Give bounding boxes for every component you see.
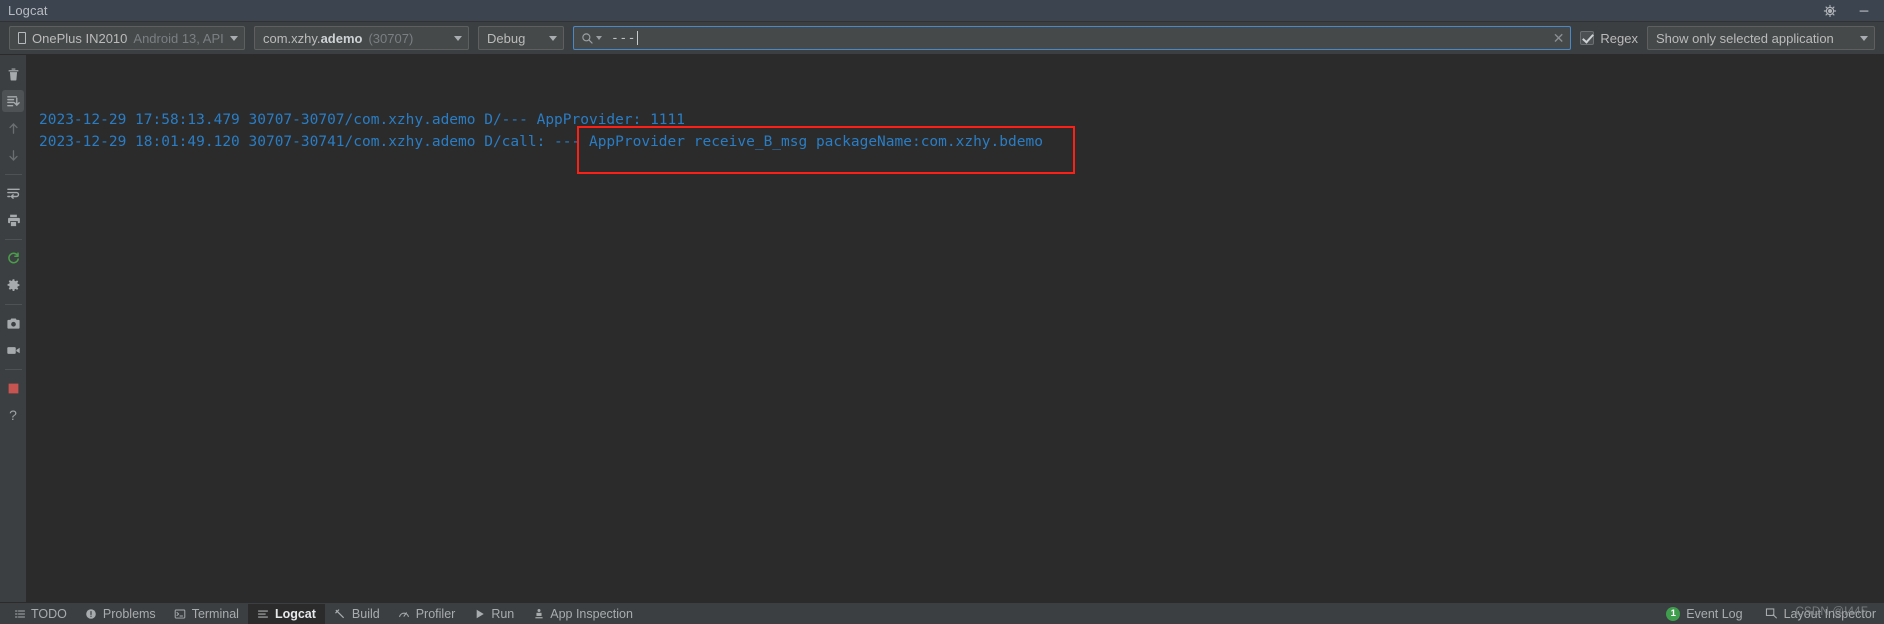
restart-icon	[6, 251, 21, 266]
layout-inspector-label: Layout Inspector	[1783, 606, 1876, 621]
stop-square-icon	[7, 382, 20, 395]
search-value: ---	[611, 30, 636, 46]
tab-run[interactable]: Run	[464, 604, 523, 624]
next-occurrence-button[interactable]	[2, 144, 24, 166]
print-icon	[6, 213, 21, 228]
phone-icon	[18, 32, 26, 44]
close-icon[interactable]: ✕	[1545, 31, 1565, 45]
settings-button[interactable]	[2, 274, 24, 296]
soft-wrap-icon	[6, 186, 21, 201]
hammer-icon	[334, 607, 347, 620]
chevron-down-icon	[230, 35, 238, 41]
status-bar-right: 1 Event Log Layout Inspector	[1666, 606, 1876, 621]
log-level-selector[interactable]: Debug	[478, 26, 564, 50]
gear-icon[interactable]	[1822, 3, 1838, 19]
chevron-down-icon	[596, 36, 602, 40]
tab-label: Terminal	[191, 606, 239, 621]
logcat-toolbar: OnePlus IN2010 Android 13, API com.xzhy.…	[0, 22, 1884, 55]
divider	[4, 369, 22, 370]
layout-inspector-icon	[1765, 607, 1778, 620]
status-bar: TODO Problems Terminal Logcat Build Prof…	[0, 602, 1884, 624]
logcat-side-toolbar: ?	[0, 55, 27, 602]
status-badge: 1	[1666, 606, 1681, 621]
clear-logcat-button[interactable]	[2, 63, 24, 85]
log-line: 2023-12-29 17:58:13.479 30707-30707/com.…	[39, 112, 686, 128]
print-button[interactable]	[2, 209, 24, 231]
tab-label: Run	[491, 606, 515, 621]
divider	[4, 304, 22, 305]
trash-icon	[6, 67, 21, 82]
tab-profiler[interactable]: Profiler	[389, 604, 465, 624]
event-log-button[interactable]: 1 Event Log	[1666, 606, 1743, 621]
process-package-name: ademo	[320, 30, 363, 46]
tab-label: Problems	[102, 606, 156, 621]
text-cursor	[636, 31, 638, 45]
restart-logcat-button[interactable]	[2, 247, 24, 269]
scroll-to-end-icon	[6, 94, 21, 109]
gear-icon	[6, 278, 21, 293]
logcat-output[interactable]: 2023-12-29 17:58:13.479 30707-30707/com.…	[27, 55, 1884, 602]
soft-wrap-button[interactable]	[2, 182, 24, 204]
play-icon	[473, 607, 486, 620]
process-package-prefix: com.xzhy.	[263, 30, 321, 46]
tab-logcat[interactable]: Logcat	[247, 603, 325, 624]
tab-label: Profiler	[415, 606, 456, 621]
arrow-up-icon	[6, 121, 21, 136]
checkbox-box	[1580, 31, 1595, 45]
minimize-icon[interactable]	[1856, 3, 1872, 19]
device-name: OnePlus IN2010	[32, 30, 128, 46]
previous-occurrence-button[interactable]	[2, 117, 24, 139]
profiler-icon	[398, 607, 411, 620]
video-camera-icon	[6, 343, 21, 358]
process-selector[interactable]: com.xzhy. ademo (30707)	[254, 26, 469, 50]
arrow-down-icon	[6, 148, 21, 163]
stop-button[interactable]	[2, 377, 24, 399]
search-icon	[581, 32, 602, 45]
divider	[4, 239, 22, 240]
screen-record-button[interactable]	[2, 339, 24, 361]
log-line: 2023-12-29 18:01:49.120 30707-30741/com.…	[39, 134, 1043, 150]
scroll-to-end-button[interactable]	[2, 90, 24, 112]
question-mark-icon: ?	[9, 407, 17, 423]
logcat-icon	[257, 607, 270, 620]
logcat-body: ? 2023-12-29 17:58:13.479 30707-30707/co…	[0, 55, 1884, 602]
app-inspection-icon	[532, 607, 545, 620]
regex-checkbox[interactable]: Regex	[1580, 31, 1638, 46]
log-level-value: Debug	[487, 30, 526, 46]
tab-label: TODO	[31, 606, 67, 621]
screenshot-button[interactable]	[2, 312, 24, 334]
event-log-label: Event Log	[1686, 606, 1743, 621]
chevron-down-icon	[549, 35, 557, 41]
tab-label: App Inspection	[550, 606, 633, 621]
titlebar-actions	[1822, 3, 1876, 19]
tab-app-inspection[interactable]: App Inspection	[523, 604, 642, 624]
list-icon	[13, 607, 26, 620]
tab-terminal[interactable]: Terminal	[165, 604, 248, 624]
terminal-icon	[174, 607, 187, 620]
help-button[interactable]: ?	[2, 404, 24, 426]
device-selector[interactable]: OnePlus IN2010 Android 13, API	[9, 26, 245, 50]
tab-label: Logcat	[274, 606, 316, 621]
tab-todo[interactable]: TODO	[4, 604, 76, 624]
search-input[interactable]: --- ✕	[573, 26, 1572, 50]
tab-label: Build	[351, 606, 380, 621]
device-detail: Android 13, API	[133, 30, 224, 46]
chevron-down-icon	[1860, 35, 1868, 41]
process-pid: (30707)	[368, 30, 414, 46]
scope-value: Show only selected application	[1656, 30, 1834, 46]
camera-icon	[6, 316, 21, 331]
divider	[4, 174, 22, 175]
warning-circle-icon	[85, 607, 98, 620]
page-title: Logcat	[8, 3, 48, 18]
regex-label: Regex	[1600, 30, 1638, 46]
window-titlebar: Logcat	[0, 0, 1884, 22]
layout-inspector-button[interactable]: Layout Inspector	[1765, 607, 1876, 621]
tab-problems[interactable]: Problems	[76, 604, 165, 624]
chevron-down-icon	[454, 35, 462, 41]
scope-selector[interactable]: Show only selected application	[1647, 26, 1875, 50]
tab-build[interactable]: Build	[325, 604, 389, 624]
logcat-window: Logcat OnePlus IN2010 Android 13, API co…	[0, 0, 1884, 624]
